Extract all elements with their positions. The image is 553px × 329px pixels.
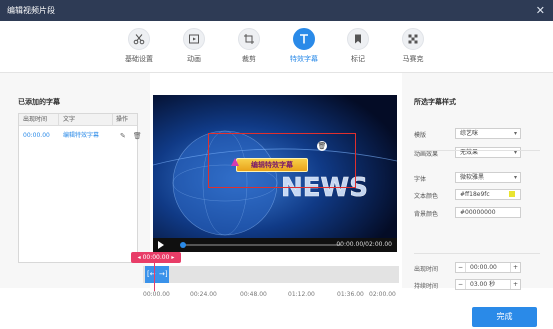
tab-label: 动画 (187, 55, 201, 63)
tab-label: 标记 (351, 55, 365, 63)
tab-crop[interactable]: 裁剪 (229, 28, 269, 64)
animation-row: 动画效果 无效果 ▾ (414, 147, 544, 159)
progress-knob[interactable] (180, 242, 186, 248)
trash-icon[interactable]: 🗑 (129, 126, 142, 146)
close-icon[interactable]: ✕ (536, 4, 545, 17)
duration-stepper[interactable]: − 03.00 秒 + (455, 279, 521, 290)
duration-value: 03.00 秒 (470, 281, 496, 288)
text-color-row: 文本颜色 #ff18e9fc (414, 189, 544, 201)
scissors-icon (128, 28, 150, 50)
column-header-text: 文字 (59, 114, 113, 125)
duration-row: 持续时间 − 03.00 秒 + (414, 279, 544, 291)
bookmark-icon (347, 28, 369, 50)
tick-label: 01:12.00 (288, 291, 315, 298)
animation-select[interactable]: 无效果 ▾ (455, 147, 521, 158)
template-label: 模版 (414, 132, 427, 139)
appear-time-label: 出现时间 (414, 266, 439, 273)
bg-color-row: 背景颜色 #00000000 (414, 207, 544, 219)
playhead-time: 00:00.00 (142, 254, 170, 261)
appear-time-value: 00:00.00 (470, 264, 497, 271)
tab-basic-settings[interactable]: 基础设置 (119, 28, 159, 64)
font-label: 字体 (414, 176, 427, 183)
row-time: 00:00.00 (23, 132, 50, 139)
timeline: ◂ 00:00.00 ▸ [← →] 00:00.00 00:24.00 00:… (131, 252, 399, 302)
tab-effect-subtitles[interactable]: 特效字幕 (284, 28, 324, 64)
appear-time-row: 出现时间 − 00:00.00 + (414, 262, 544, 274)
tab-label: 特效字幕 (290, 55, 318, 63)
divider (414, 150, 540, 151)
font-row: 字体 微软雅黑 ▾ (414, 172, 544, 184)
tab-label: 裁剪 (242, 55, 256, 63)
tick-label: 02:00.00 (369, 291, 396, 298)
text-t-icon (293, 28, 315, 50)
tick-label: 00:24.00 (190, 291, 217, 298)
playhead-line[interactable] (154, 261, 155, 291)
play-icon[interactable] (158, 241, 164, 249)
minus-icon[interactable]: − (456, 280, 466, 289)
tab-mosaic[interactable]: 马赛克 (393, 28, 433, 64)
pencil-icon[interactable]: ✎ (116, 126, 126, 146)
crop-icon (238, 28, 260, 50)
star-decoration-icon (231, 158, 239, 166)
trash-icon[interactable]: 🗑 (317, 141, 327, 151)
tick-label: 00:48.00 (240, 291, 267, 298)
row-text: 编辑特效字幕 (63, 132, 100, 139)
panel-title: 已添加的字幕 (18, 98, 60, 106)
added-subtitles-panel: 已添加的字幕 出现时间 文字 操作 00:00.00 编辑特效字幕 ✎ 🗑 (0, 73, 150, 288)
chevron-down-icon: ▾ (513, 130, 517, 137)
video-preview[interactable]: NEWS 🗑 编辑特效字幕 (153, 95, 397, 247)
text-color-value: #ff18e9fc (460, 191, 490, 198)
window-title: 编辑视频片段 (7, 6, 55, 15)
progress-track[interactable] (181, 244, 341, 246)
subtitle-style-panel: 所选字幕样式 模版 综艺咪 ▾ 动画效果 无效果 ▾ 字体 微软雅黑 ▾ 文本颜色 #… (402, 73, 553, 291)
clip-right-handle-icon[interactable]: →] (159, 270, 168, 278)
bg-color-value: #00000000 (460, 209, 496, 216)
playhead-time-badge: ◂ 00:00.00 ▸ (131, 252, 181, 263)
template-value: 综艺咪 (460, 130, 479, 137)
chevron-down-icon: ▾ (513, 174, 517, 181)
panel-title: 所选字幕样式 (414, 98, 456, 106)
mosaic-icon (402, 28, 424, 50)
minus-icon[interactable]: − (456, 263, 466, 272)
divider (414, 253, 540, 254)
plus-icon[interactable]: + (510, 263, 520, 272)
row-actions: ✎ 🗑 (113, 126, 142, 146)
template-select[interactable]: 综艺咪 ▾ (455, 128, 521, 139)
tab-animation[interactable]: 动画 (174, 28, 214, 64)
font-value: 微软雅黑 (460, 174, 485, 181)
tab-label: 马赛克 (402, 55, 424, 63)
table-row[interactable]: 00:00.00 编辑特效字幕 ✎ 🗑 (19, 126, 142, 146)
badge-right-arrow-icon[interactable]: ▸ (169, 254, 174, 261)
player-time: 00:00.00/02:00.00 (336, 241, 392, 248)
play-square-icon (183, 28, 205, 50)
plus-icon[interactable]: + (510, 280, 520, 289)
tab-mark[interactable]: 标记 (338, 28, 378, 64)
finish-button[interactable]: 完成 (472, 307, 537, 327)
column-header-actions: 操作 (116, 116, 129, 123)
bg-color-input[interactable]: #00000000 (455, 207, 521, 218)
bg-color-label: 背景颜色 (414, 211, 439, 218)
text-color-swatch[interactable] (509, 191, 515, 197)
column-header-time: 出现时间 (19, 114, 59, 125)
text-color-label: 文本颜色 (414, 193, 439, 200)
template-row: 模版 综艺咪 ▾ (414, 128, 544, 140)
edit-video-clip-window: 编辑视频片段 ✕ 基础设置 动画 裁剪 特效字幕 标记 马赛克 已添加的字幕 出… (0, 0, 553, 329)
duration-label: 持续时间 (414, 283, 439, 290)
title-bar: 编辑视频片段 ✕ (0, 0, 553, 21)
appear-time-stepper[interactable]: − 00:00.00 + (455, 262, 521, 273)
tab-label: 基础设置 (125, 55, 153, 63)
font-select[interactable]: 微软雅黑 ▾ (455, 172, 521, 183)
timeline-track[interactable] (143, 266, 399, 283)
tool-tabs: 基础设置 动画 裁剪 特效字幕 标记 马赛克 (0, 21, 553, 73)
subtitle-table: 出现时间 文字 操作 00:00.00 编辑特效字幕 ✎ 🗑 (18, 113, 142, 263)
tick-label: 00:00.00 (143, 291, 170, 298)
player-controls: 00:00.00/02:00.00 (153, 238, 397, 252)
subtitle-overlay[interactable]: 编辑特效字幕 (236, 158, 308, 172)
subtitle-clip[interactable]: [← →] (145, 266, 169, 283)
table-header: 出现时间 文字 操作 (19, 114, 137, 126)
tick-label: 01:36.00 (337, 291, 364, 298)
